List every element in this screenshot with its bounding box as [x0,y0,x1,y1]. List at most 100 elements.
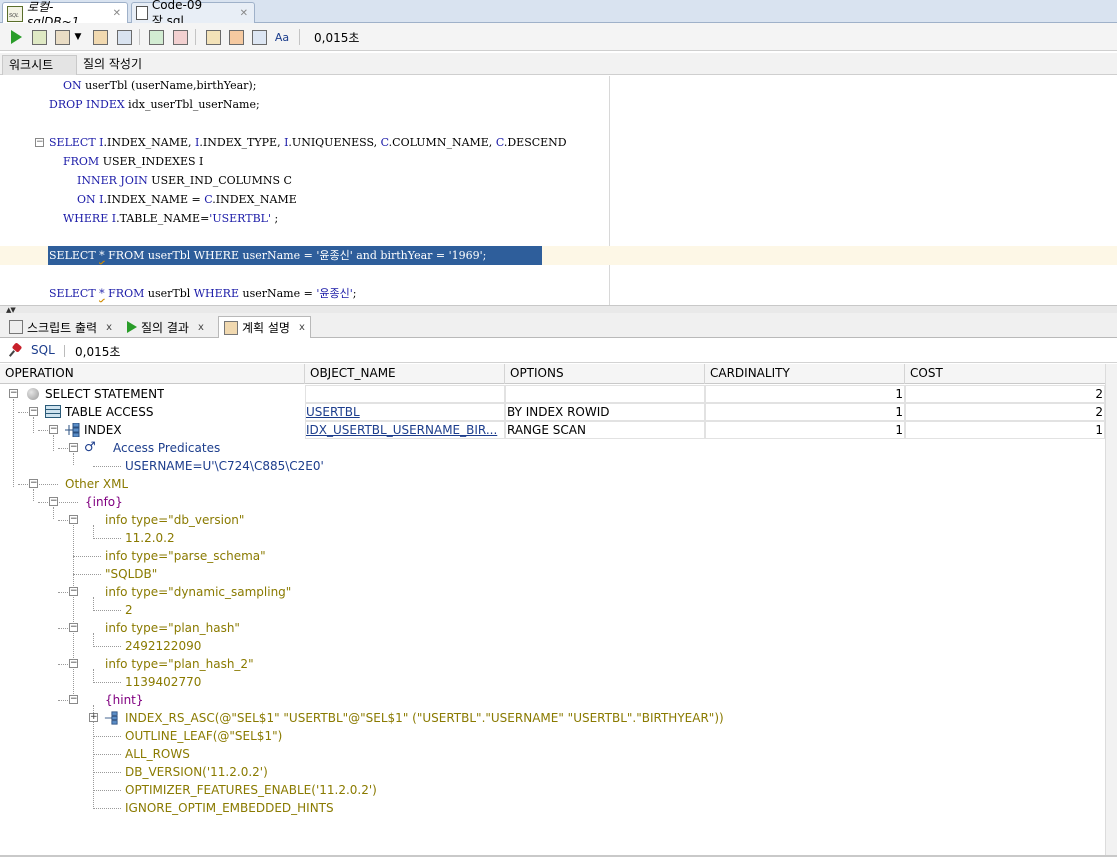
collapse-toggle-icon[interactable]: − [49,425,58,434]
xml-info-value-row: 11.2.0.2 [0,529,1105,547]
sql-editor[interactable]: ON userTbl (userName,birthYear); DROP IN… [0,76,1117,305]
expand-toggle-icon[interactable]: + [89,713,98,722]
xml-info-item[interactable]: info type="parse_schema" [0,547,1105,565]
collapse-toggle-icon[interactable]: − [69,515,78,524]
sql-tuning-button[interactable] [115,28,133,46]
code-line: ON I.INDEX_NAME = C.INDEX_NAME [76,193,297,206]
tab-worksheet[interactable]: 워크시트 [2,55,77,75]
doc-tab-worksheet[interactable]: 로컬-sqlDB~1 ✕ [2,0,128,29]
code-line-selected: SELECT * FROM userTbl WHERE userName = '… [49,249,487,262]
run-script-button[interactable] [30,28,48,46]
run-script-icon [31,29,47,45]
collapse-toggle-icon[interactable]: − [69,623,78,632]
sql-link[interactable]: SQL [31,343,55,357]
xml-node-hint[interactable]: − {hint} [0,691,1105,709]
operation-cell: TABLE ACCESS [65,405,154,419]
xml-hint-text: DB_VERSION('11.2.0.2') [125,765,268,779]
tab-explain-plan[interactable]: 계획 설명 x [218,316,311,338]
pane-splitter[interactable]: ▲▼ [0,305,1117,314]
xml-info-value: 1139402770 [125,675,202,689]
xml-info-item[interactable]: − info type="dynamic_sampling" [0,583,1105,601]
cost-cell: 2 [1095,405,1103,419]
plan-row-other-xml[interactable]: − Other XML [0,475,1105,493]
xml-hint-item[interactable]: + INDEX_RS_ASC(@"SEL$1" "USERTBL"@"SEL$1… [0,709,1105,727]
eraser-icon [228,29,244,45]
xml-hint-item: OPTIMIZER_FEATURES_ENABLE('11.2.0.2') [0,781,1105,799]
xml-node-info[interactable]: − {info} [0,493,1105,511]
collapse-toggle-icon[interactable]: − [29,407,38,416]
unshared-sql-button[interactable] [204,28,222,46]
close-icon[interactable]: x [106,322,112,333]
tab-script-output[interactable]: 스크립트 출력 x [4,316,117,338]
collapse-toggle-icon[interactable]: − [69,695,78,704]
fold-toggle-icon[interactable]: − [35,138,44,147]
tuning-advisor-icon [116,29,132,45]
plan-row-select-statement[interactable]: − SELECT STATEMENT 1 2 [0,385,1105,403]
xml-hint-text: ALL_ROWS [125,747,190,761]
document-tab-bar: 로컬-sqlDB~1 ✕ Code-09장.sql ✕ [0,0,1117,29]
collapse-toggle-icon[interactable]: − [69,587,78,596]
xml-info-value: 2492122090 [125,639,202,653]
rollback-button[interactable] [171,28,189,46]
column-header-operation[interactable]: OPERATION [0,364,305,384]
collapse-toggle-icon[interactable]: − [9,389,18,398]
collapse-toggle-icon[interactable]: − [29,479,38,488]
other-xml-label: Other XML [65,477,129,491]
xml-info-item[interactable]: − info type="plan_hash_2" [0,655,1105,673]
dropdown-button[interactable]: ▼ [73,28,83,46]
xml-info-tag: {info} [85,495,123,509]
doc-tab-code-file[interactable]: Code-09장.sql ✕ [131,0,255,28]
tab-label: 질의 결과 [141,320,189,335]
plan-elapsed-time: 0,015초 [75,345,121,359]
access-predicates-label: Access Predicates [113,441,221,455]
xml-info-item[interactable]: − info type="db_version" [0,511,1105,529]
pin-icon[interactable] [10,344,22,356]
collapse-toggle-icon[interactable]: − [69,659,78,668]
object-name-link[interactable]: IDX_USERTBL_USERNAME_BIR... [306,421,501,439]
commit-icon [148,29,164,45]
tab-query-result[interactable]: 질의 결과 x [122,316,209,338]
cost-cell: 2 [1095,387,1103,401]
run-statement-button[interactable] [7,28,25,46]
results-tab-bar: 스크립트 출력 x 질의 결과 x 계획 설명 x [0,313,1117,338]
close-icon[interactable]: ✕ [113,8,121,19]
plan-toolbar: SQL 0,015초 [0,338,1117,363]
column-header-object-name[interactable]: OBJECT_NAME [305,364,505,384]
column-header-options[interactable]: OPTIONS [505,364,705,384]
commit-button[interactable] [147,28,165,46]
cardinality-cell: 1 [895,423,903,437]
operation-cell: SELECT STATEMENT [45,387,165,401]
plan-row-access-predicates[interactable]: − ♂ Access Predicates [0,439,1105,457]
access-predicate-value: USERNAME=U'\C724\C885\C2E0' [125,459,324,473]
explain-plan-icon [92,29,108,45]
explain-plan-icon [224,320,238,335]
script-output-icon [9,320,23,334]
explain-plan-button[interactable] [91,28,109,46]
history-icon [251,29,267,45]
column-header-cost[interactable]: COST [905,364,1105,384]
xml-info-item[interactable]: − info type="plan_hash" [0,619,1105,637]
xml-hint-tag: {hint} [105,693,144,707]
column-header-cardinality[interactable]: CARDINALITY [705,364,905,384]
text-case-icon: Aa [274,30,290,44]
sql-worksheet-icon [7,5,23,22]
plan-row-table-access[interactable]: − TABLE ACCESS USERTBL BY INDEX ROWID 1 … [0,403,1105,421]
options-cell: BY INDEX ROWID [507,405,610,419]
autotrace-button[interactable] [53,28,71,46]
options-cell: RANGE SCAN [507,423,586,437]
chevron-down-icon: ▼ [74,32,82,42]
sql-history-button[interactable] [250,28,268,46]
plan-row-index[interactable]: − INDEX IDX_USERTBL_USERNAME_BIR... RANG… [0,421,1105,439]
close-icon[interactable]: x [299,322,305,333]
clear-button[interactable] [227,28,245,46]
to-upper-lower-button[interactable]: Aa [273,28,291,46]
collapse-toggle-icon[interactable]: − [49,497,58,506]
close-icon[interactable]: x [198,322,204,333]
code-line: INNER JOIN USER_IND_COLUMNS C [76,174,292,187]
tab-query-builder[interactable]: 질의 작성기 [77,55,148,75]
object-name-link[interactable]: USERTBL [306,403,360,421]
xml-hint-item: IGNORE_OPTIM_EMBEDDED_HINTS [0,799,1105,817]
collapse-toggle-icon[interactable]: − [69,443,78,452]
close-icon[interactable]: ✕ [240,8,248,19]
vertical-scrollbar[interactable] [1105,364,1117,857]
